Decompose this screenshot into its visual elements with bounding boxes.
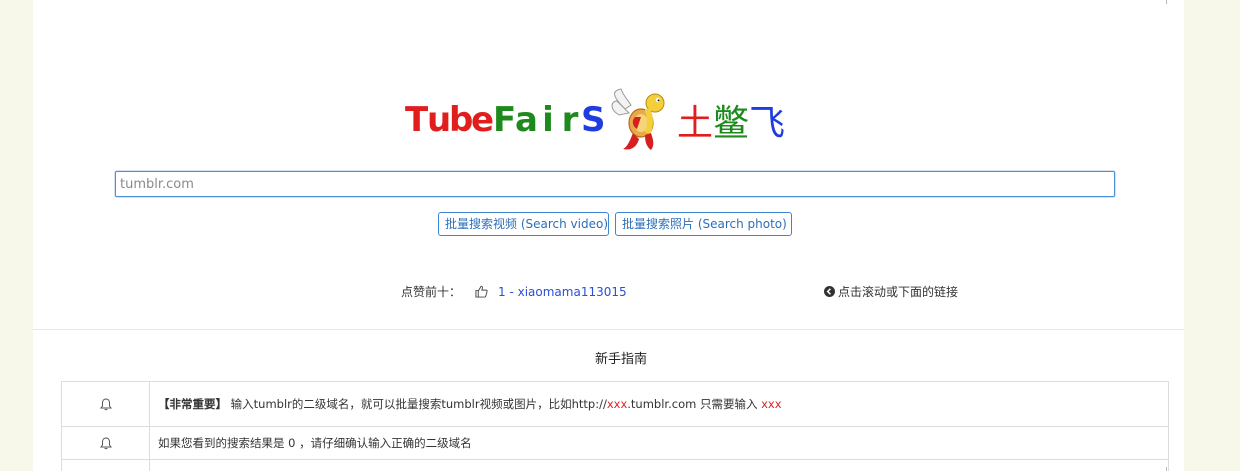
- logo-chinese-text: 土鳖飞: [677, 94, 785, 146]
- page-container: TubeFairS 土鳖飞 批量搜索视频 (Search video) 批量搜索…: [33, 0, 1184, 471]
- table-cell-text: 如果您看到的搜索结果是 0 ，请仔细确认输入正确的二级域名: [149, 426, 1169, 460]
- logo-letter: b: [449, 100, 474, 140]
- search-video-button[interactable]: 批量搜索视频 (Search video): [438, 212, 609, 236]
- table-row: [61, 459, 1169, 471]
- scroll-link-label: 点击滚动或下面的链接: [838, 285, 959, 299]
- table-cell-text: [149, 459, 1169, 471]
- table-cell-icon: [61, 426, 150, 460]
- logo-letter: e: [471, 100, 495, 140]
- site-logo: TubeFairS 土鳖飞: [405, 84, 785, 156]
- logo-letter: S: [581, 100, 606, 140]
- table-row: 如果您看到的搜索结果是 0 ，请仔细确认输入正确的二级域名: [61, 426, 1169, 460]
- logo-chinese-char: 土: [677, 103, 714, 144]
- logo-letter: i: [542, 100, 554, 140]
- logo-letter: T: [405, 100, 429, 140]
- flying-turtle-icon: [611, 88, 665, 150]
- logo-chinese-char: 飞: [749, 103, 786, 144]
- logo-letter: F: [493, 100, 517, 140]
- logo-chinese-char: 鳖: [713, 103, 750, 144]
- top-likes-item-link[interactable]: 1 - xiaomama113015: [498, 285, 627, 299]
- guide-title: 新手指南: [594, 352, 647, 367]
- table-row: 【非常重要】 输入tumblr的二级域名，就可以批量搜索tumblr视频或图片，…: [61, 381, 1169, 427]
- circle-arrow-left-icon: [824, 286, 835, 297]
- thumbs-up-icon: [475, 285, 488, 298]
- table-cell-text: 【非常重要】 输入tumblr的二级域名，就可以批量搜索tumblr视频或图片，…: [149, 381, 1169, 427]
- logo-letter: r: [561, 100, 579, 140]
- logo-letter: u: [427, 100, 452, 140]
- logo-text: TubeFairS: [405, 100, 606, 140]
- logo-letter: a: [515, 100, 538, 140]
- guide-table: 【非常重要】 输入tumblr的二级域名，就可以批量搜索tumblr视频或图片，…: [61, 381, 1169, 471]
- scroll-link[interactable]: 点击滚动或下面的链接: [824, 283, 958, 300]
- section-divider: [33, 329, 1184, 330]
- guide-example-red-b: xxx: [761, 397, 782, 411]
- guide-example-red-a: xxx: [606, 397, 628, 411]
- table-cell-icon: [61, 381, 150, 427]
- important-tag: 【非常重要】: [158, 397, 227, 411]
- search-input[interactable]: [115, 171, 1115, 197]
- search-photo-button[interactable]: 批量搜索照片 (Search photo): [615, 212, 792, 236]
- top-likes-label: 点赞前十：: [401, 285, 462, 299]
- guide-text-b: .tumblr.com 只需要输入: [627, 397, 762, 411]
- guide-text-a: 输入tumblr的二级域名，就可以批量搜索tumblr视频或图片，比如http:…: [227, 397, 607, 411]
- edge-mark-top: [1166, 0, 1167, 4]
- bell-icon: [99, 398, 112, 411]
- top-likes: 点赞前十： 1 - xiaomama113015: [401, 283, 627, 300]
- table-cell-icon: [61, 459, 150, 471]
- bell-icon: [99, 437, 112, 450]
